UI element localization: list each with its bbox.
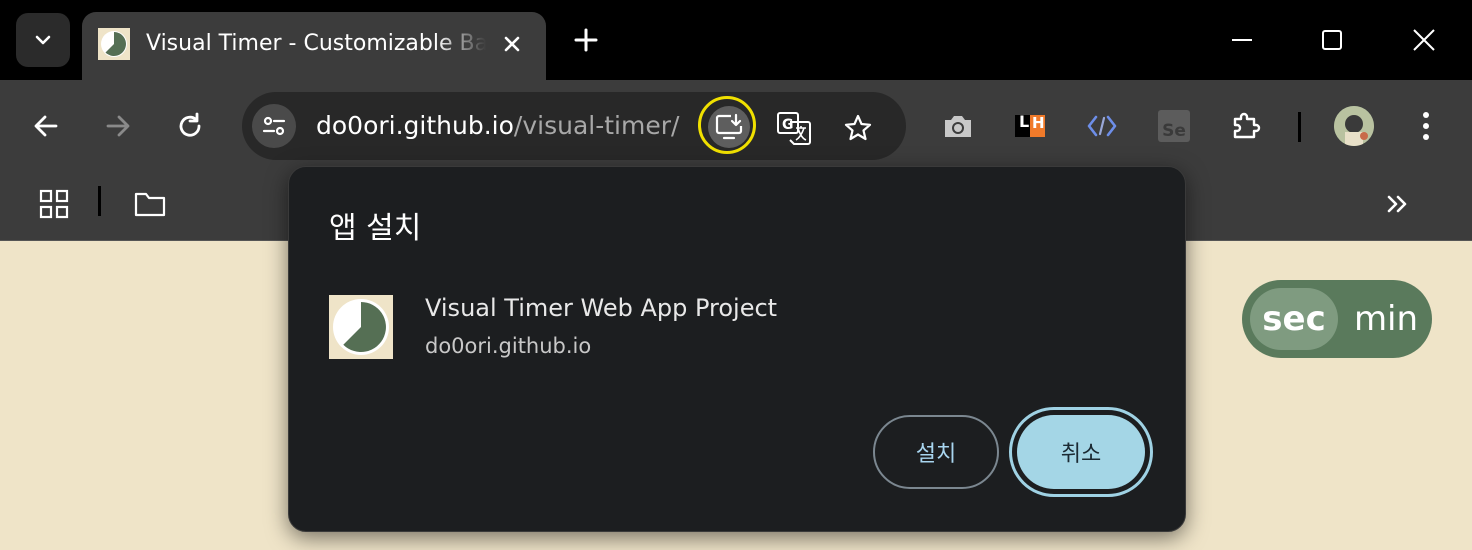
- highlight-ring: [698, 96, 756, 154]
- avatar-icon: [1334, 106, 1374, 146]
- folder-icon: [134, 192, 166, 217]
- extension-screenshot-button[interactable]: [938, 106, 978, 146]
- url-host: do0ori.github.io: [316, 111, 514, 140]
- translate-button[interactable]: G: [774, 108, 814, 148]
- bookmark-folder[interactable]: [130, 186, 170, 222]
- arrow-left-icon: [34, 115, 58, 137]
- dialog-title: 앱 설치: [329, 211, 422, 246]
- close-icon: [504, 36, 520, 52]
- lh-ext-label-l: L: [1019, 112, 1030, 131]
- tab-title: Visual Timer - Customizable Basic Timer: [146, 31, 486, 56]
- arrow-right-icon: [106, 115, 130, 137]
- profile-avatar[interactable]: [1334, 106, 1374, 146]
- extension-selenium-button[interactable]: Se: [1154, 106, 1194, 146]
- translate-icon: G: [777, 112, 811, 145]
- toolbar-divider: [1298, 112, 1301, 142]
- reload-icon: [179, 112, 201, 137]
- bookmark-button[interactable]: [838, 108, 878, 148]
- bookmarks-overflow-button[interactable]: [1378, 186, 1418, 222]
- window-close-button[interactable]: [1394, 10, 1454, 70]
- minimize-button[interactable]: [1212, 10, 1272, 70]
- chevron-double-right-icon: [1387, 195, 1407, 213]
- more-vertical-icon: [1423, 112, 1429, 140]
- install-app-dialog: 앱 설치 Visual Timer Web App Project do0ori…: [288, 166, 1186, 532]
- puzzle-icon: [1233, 112, 1261, 139]
- extension-devtools-button[interactable]: [1082, 106, 1122, 146]
- app-name: Visual Timer Web App Project: [425, 294, 778, 322]
- extensions-menu-button[interactable]: [1226, 106, 1266, 146]
- reload-button[interactable]: [168, 104, 212, 148]
- tab-strip: Visual Timer - Customizable Basic Timer: [0, 0, 1472, 80]
- url-path: /visual-timer/: [513, 111, 680, 140]
- timer-favicon-icon: [98, 28, 130, 60]
- chevron-down-icon: [35, 35, 51, 45]
- cancel-button[interactable]: 취소: [1017, 415, 1145, 489]
- se-ext-label: Se: [1162, 121, 1186, 141]
- new-tab-button[interactable]: [566, 20, 606, 60]
- forward-button[interactable]: [96, 104, 140, 148]
- minimize-icon: [1232, 39, 1252, 41]
- unit-option-sec[interactable]: sec: [1250, 288, 1338, 350]
- extension-lighthouse-button[interactable]: L H: [1010, 106, 1050, 146]
- tab-close-button[interactable]: [494, 26, 530, 62]
- camera-icon: [945, 116, 971, 137]
- install-button[interactable]: 설치: [873, 415, 999, 489]
- close-icon: [1413, 29, 1435, 51]
- url-text[interactable]: do0ori.github.io/visual-timer/: [316, 92, 679, 160]
- back-button[interactable]: [24, 104, 68, 148]
- star-icon: [844, 114, 872, 141]
- plus-icon: [574, 28, 598, 52]
- maximize-button[interactable]: [1302, 10, 1362, 70]
- maximize-icon: [1322, 30, 1342, 50]
- address-bar[interactable]: do0ori.github.io/visual-timer/ G: [242, 92, 906, 160]
- apps-button[interactable]: [36, 186, 72, 222]
- chrome-menu-button[interactable]: [1404, 106, 1448, 146]
- tab-search-button[interactable]: [16, 13, 70, 67]
- unit-toggle[interactable]: sec min: [1242, 280, 1432, 358]
- apps-grid-icon: [39, 189, 69, 219]
- active-tab[interactable]: Visual Timer - Customizable Basic Timer: [82, 12, 546, 80]
- app-icon: [329, 295, 393, 359]
- app-origin: do0ori.github.io: [425, 334, 592, 358]
- selenium-extension-icon: Se: [1158, 110, 1190, 142]
- bookmarks-divider: [98, 186, 101, 216]
- unit-option-min[interactable]: min: [1346, 288, 1426, 350]
- lh-ext-label-h: H: [1032, 114, 1045, 132]
- tune-icon: [262, 116, 286, 136]
- code-brackets-icon: [1087, 115, 1117, 137]
- site-info-button[interactable]: [252, 104, 296, 148]
- svg-text:G: G: [782, 117, 794, 133]
- toolbar: do0ori.github.io/visual-timer/ G L H Se: [0, 80, 1472, 172]
